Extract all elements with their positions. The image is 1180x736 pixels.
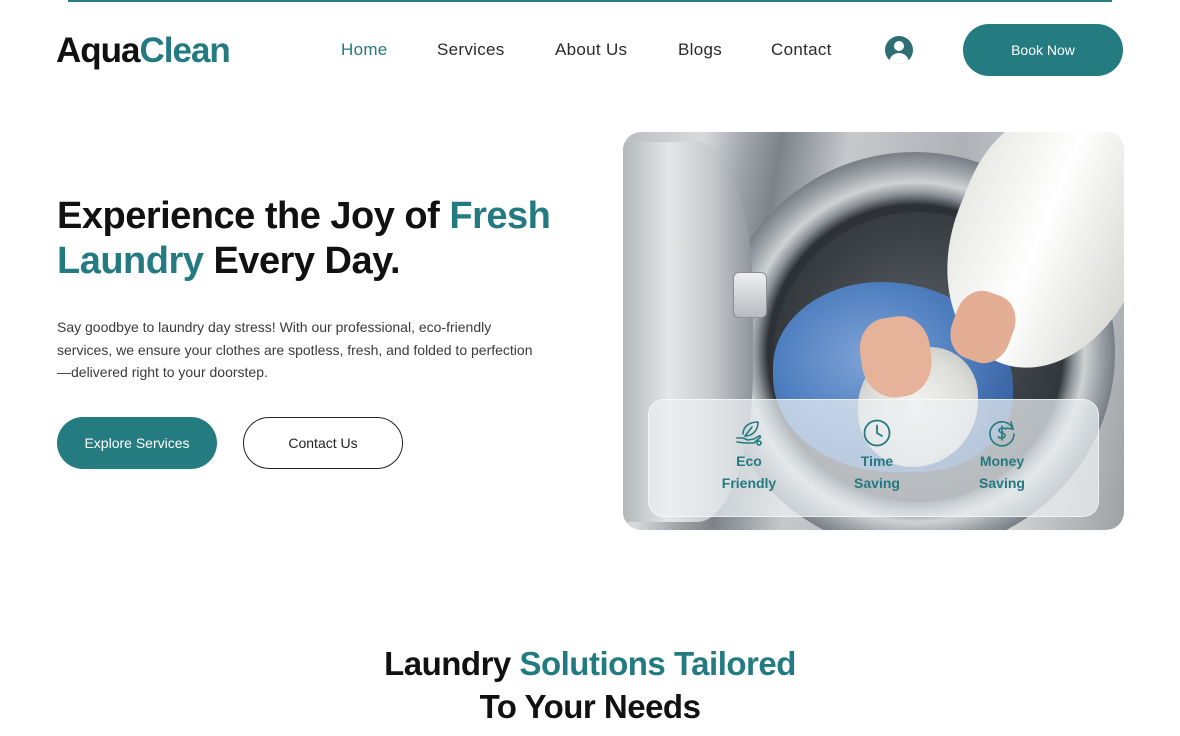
section-title-solutions: Laundry Solutions Tailored To Your Needs — [290, 642, 890, 728]
feature-money-line2: Saving — [979, 475, 1025, 491]
nav-item-services[interactable]: Services — [437, 38, 555, 62]
clock-icon — [863, 419, 891, 447]
feature-time-saving: Time Saving — [832, 418, 922, 494]
dollar-coin-icon — [989, 421, 1015, 447]
feature-money-line1: Money — [979, 453, 1025, 469]
logo-part-clean: Clean — [139, 31, 231, 70]
hero-title-part2: Every Day. — [203, 240, 401, 282]
feature-time-line2: Saving — [854, 475, 900, 491]
account-icon-body — [889, 53, 909, 64]
section-title-part2: To Your Needs — [479, 688, 701, 725]
logo-part-aqua: Aqua — [56, 31, 140, 70]
features-panel: Eco Friendly Time Saving Money Saving — [648, 399, 1099, 517]
book-now-button[interactable]: Book Now — [963, 24, 1123, 76]
hero-image-washing-machine: Eco Friendly Time Saving Money Saving — [623, 132, 1124, 530]
feature-eco-line1: Eco — [736, 453, 762, 469]
contact-us-button[interactable]: Contact Us — [243, 417, 403, 469]
explore-services-button[interactable]: Explore Services — [57, 417, 217, 469]
account-icon-head — [894, 41, 904, 51]
feature-eco-friendly: Eco Friendly — [704, 418, 794, 494]
logo[interactable]: AquaClean — [56, 31, 231, 71]
nav-item-home[interactable]: Home — [341, 38, 437, 62]
section-title-part1: Laundry — [384, 645, 520, 682]
leaf-hand-icon — [736, 421, 762, 446]
nav-item-contact[interactable]: Contact — [771, 38, 871, 62]
top-accent-line — [68, 0, 1112, 2]
feature-time-line1: Time — [860, 453, 894, 469]
washer-door-hinge — [733, 272, 767, 318]
account-icon[interactable] — [885, 36, 913, 64]
hero-title: Experience the Joy of Fresh Laundry Ever… — [57, 194, 597, 284]
hero-description: Say goodbye to laundry day stress! With … — [57, 319, 533, 380]
section-title-accent: Solutions Tailored — [519, 645, 796, 682]
nav-item-about-us[interactable]: About Us — [555, 38, 678, 62]
main-nav: Home Services About Us Blogs Contact — [341, 38, 871, 62]
feature-eco-line2: Friendly — [721, 475, 777, 491]
hero-title-part1: Experience the Joy of — [57, 195, 450, 237]
nav-item-blogs[interactable]: Blogs — [678, 38, 771, 62]
feature-money-saving: Money Saving — [957, 418, 1047, 494]
